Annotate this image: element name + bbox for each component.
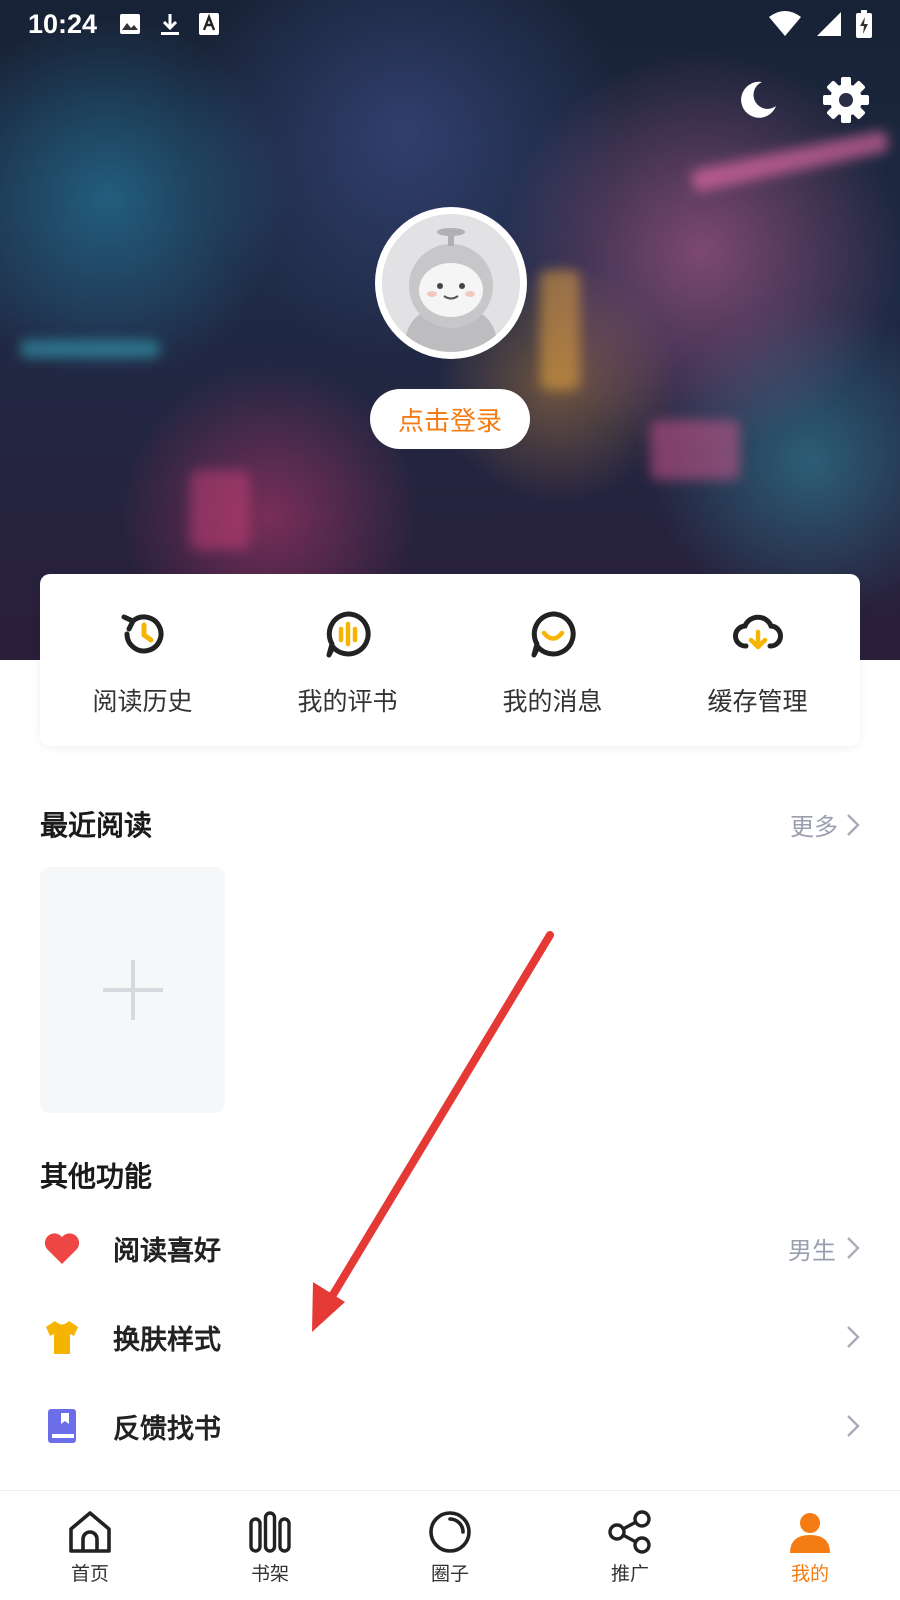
- quick-action-cache-management[interactable]: 缓存管理: [655, 574, 860, 746]
- bottom-nav: 首页 书架 圈子 推广 我的: [0, 1490, 900, 1600]
- quick-action-reading-history[interactable]: 阅读历史: [40, 574, 245, 746]
- nav-tab-bookshelf[interactable]: 书架: [180, 1491, 360, 1600]
- circle-icon: [429, 1511, 471, 1553]
- nav-tab-mine[interactable]: 我的: [720, 1491, 900, 1600]
- background-blur-light: [20, 340, 160, 358]
- background-blur-light: [190, 470, 250, 550]
- signal-icon: [817, 12, 841, 36]
- menu-item-value-group: 男生: [788, 1231, 860, 1266]
- nav-label: 我的: [790, 1563, 829, 1585]
- quick-action-my-reviews[interactable]: 我的评书: [245, 574, 450, 746]
- status-time: 10:24: [28, 8, 98, 39]
- chevron-right-icon: [847, 1415, 860, 1437]
- status-bar: 10:24: [0, 0, 900, 48]
- chevron-right-icon: [847, 1237, 860, 1259]
- other-functions-title: 其他功能: [40, 1160, 153, 1193]
- profile-icon: [790, 1513, 830, 1553]
- book-icon: [48, 1409, 76, 1443]
- quick-action-label: 阅读历史: [92, 687, 193, 716]
- bookshelf-icon: [249, 1511, 291, 1553]
- avatar-robot-icon: [382, 214, 520, 352]
- chevron-right-icon: [847, 813, 860, 836]
- home-icon: [69, 1511, 111, 1553]
- nav-label: 推广: [610, 1563, 649, 1585]
- menu-item-feedback-find-book[interactable]: 反馈找书: [0, 1391, 900, 1461]
- menu-item-value: 男生: [788, 1236, 836, 1265]
- menu-item-reading-preference[interactable]: 阅读喜好 男生: [0, 1213, 900, 1283]
- tshirt-icon: [46, 1321, 78, 1354]
- background-blur-light: [689, 129, 891, 193]
- menu-item-skin-style[interactable]: 换肤样式: [0, 1302, 900, 1372]
- more-link[interactable]: 更多: [790, 807, 860, 842]
- menu-item-label: 换肤样式: [113, 1324, 221, 1356]
- cloud-download-icon: [732, 614, 783, 650]
- heart-icon: [44, 1233, 80, 1264]
- menu-item-value-group: [846, 1414, 860, 1438]
- quick-actions-card: 阅读历史 我的评书 我的消息 缓存管理: [40, 574, 860, 746]
- quick-action-my-messages[interactable]: 我的消息: [450, 574, 655, 746]
- add-book-tile[interactable]: [40, 867, 225, 1113]
- quick-action-label: 缓存管理: [707, 687, 808, 716]
- share-icon: [608, 1510, 651, 1554]
- menu-item-value-group: [846, 1325, 860, 1349]
- plus-icon: [102, 960, 163, 1020]
- background-blur-light: [540, 270, 580, 390]
- recent-reading-title: 最近阅读: [40, 809, 153, 842]
- audio-comment-icon: [326, 611, 371, 658]
- battery-icon: [856, 10, 872, 38]
- settings-gear-icon[interactable]: [822, 76, 870, 124]
- text-icon: [199, 13, 220, 35]
- nav-tab-promotion[interactable]: 推广: [540, 1491, 720, 1600]
- quick-action-label: 我的评书: [297, 687, 398, 716]
- quick-action-label: 我的消息: [502, 687, 603, 716]
- login-button[interactable]: 点击登录: [370, 389, 530, 449]
- menu-item-label: 反馈找书: [113, 1413, 221, 1445]
- message-icon: [531, 611, 576, 658]
- history-icon: [121, 614, 163, 654]
- nav-label: 书架: [250, 1563, 289, 1585]
- more-label: 更多: [790, 813, 838, 841]
- background-blur-light: [650, 420, 740, 480]
- nav-label: 圈子: [430, 1563, 469, 1585]
- menu-item-label: 阅读喜好: [113, 1235, 221, 1267]
- image-icon: [120, 14, 141, 34]
- download-icon: [161, 14, 180, 35]
- avatar[interactable]: [375, 207, 527, 359]
- nav-label: 首页: [70, 1563, 109, 1585]
- night-mode-icon[interactable]: [732, 76, 780, 124]
- nav-tab-circle[interactable]: 圈子: [360, 1491, 540, 1600]
- wifi-icon: [769, 11, 801, 36]
- nav-tab-home[interactable]: 首页: [0, 1491, 180, 1600]
- chevron-right-icon: [847, 1326, 860, 1348]
